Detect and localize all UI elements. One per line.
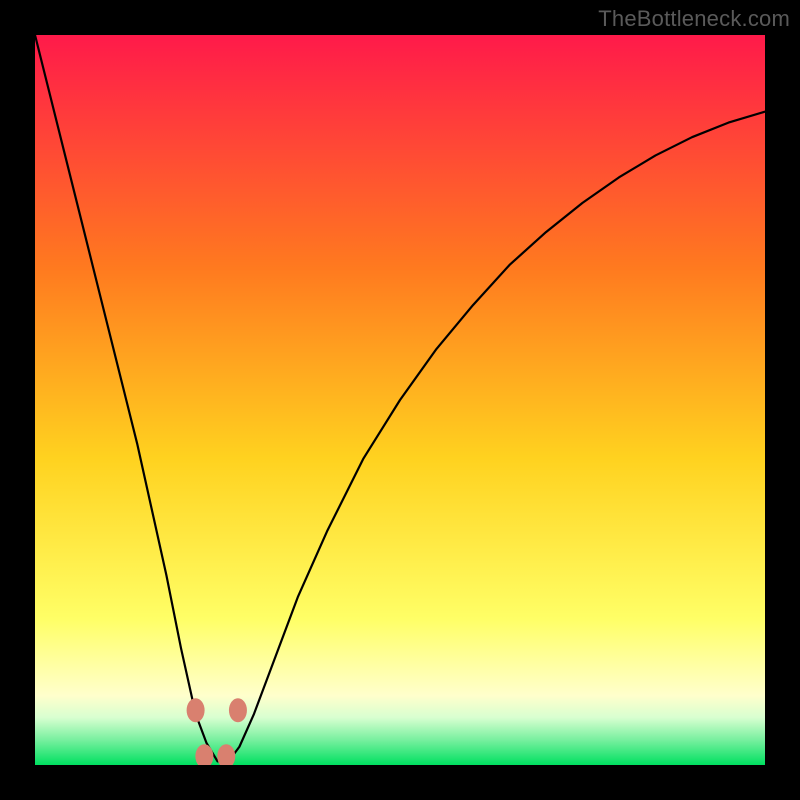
chart-plot-area — [35, 35, 765, 765]
bottleneck-curve-chart — [35, 35, 765, 765]
watermark-text: TheBottleneck.com — [598, 6, 790, 32]
